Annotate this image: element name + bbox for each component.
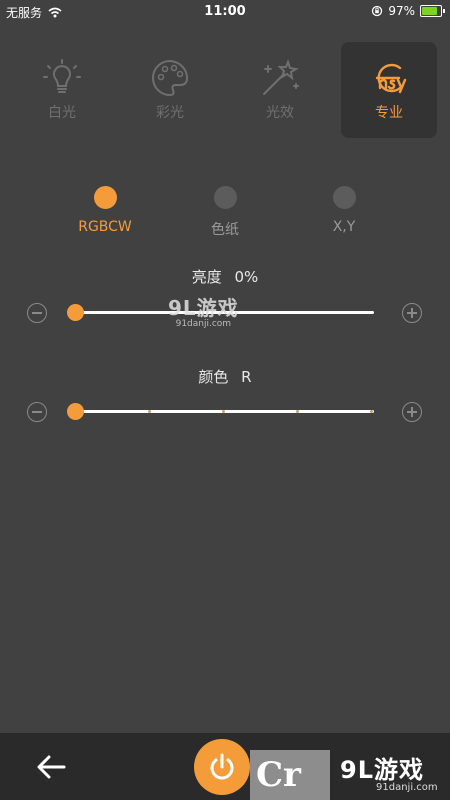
brightness-thumb[interactable] [67, 304, 84, 321]
mode-tabs: 白光 彩光 光效 专业 [0, 42, 450, 138]
watermark-sub: 91danji.com [175, 319, 232, 329]
palette-icon [148, 58, 192, 98]
brightness-increase-button[interactable] [402, 303, 422, 323]
watermark-logo: 9L游戏 91danji.com [336, 748, 442, 800]
pro-logo-icon [367, 58, 411, 98]
status-bar: 无服务 11:00 97% [0, 0, 450, 24]
tab-label: 光效 [266, 105, 294, 121]
radio-dot [93, 186, 117, 209]
magic-wand-icon [258, 58, 302, 98]
watermark-brand: Cr [250, 750, 330, 800]
bulb-icon [40, 58, 84, 98]
watermark-logo-main: 9L游戏 [340, 756, 424, 784]
power-button[interactable] [194, 739, 250, 795]
radio-dot [332, 186, 356, 209]
tab-light-effects[interactable]: 光效 [232, 42, 328, 138]
track-tick [148, 409, 151, 413]
radio-dot [213, 186, 237, 209]
color-label: 颜色 R [0, 366, 450, 387]
color-mode-label: RGBCW [78, 219, 132, 235]
rotation-lock-icon [372, 5, 383, 17]
tab-white-light[interactable]: 白光 [14, 42, 110, 138]
track-tick [296, 409, 299, 413]
status-right: 97% [371, 4, 445, 18]
color-increase-button[interactable] [402, 402, 422, 422]
watermark: 9L游戏 91danji.com [168, 292, 239, 329]
tab-label: 专业 [375, 105, 403, 121]
color-decrease-button[interactable] [27, 402, 47, 422]
color-mode-label: X,Y [332, 219, 356, 235]
battery-icon [420, 5, 445, 17]
color-mode-label: 色纸 [211, 222, 239, 238]
tab-label: 白光 [48, 105, 76, 121]
color-mode-xy[interactable]: X,Y [294, 186, 394, 235]
color-mode-rgbcw[interactable]: RGBCW [55, 186, 155, 235]
track-tick [370, 409, 373, 413]
watermark-main: 9L游戏 [168, 296, 239, 320]
color-thumb[interactable] [67, 403, 84, 420]
brightness-title: 亮度 [191, 268, 222, 286]
color-mode-selector: RGBCW 色纸 X,Y [0, 186, 450, 246]
color-title: 颜色 [198, 368, 229, 386]
color-mode-gel[interactable]: 色纸 [175, 186, 275, 239]
color-value: R [241, 368, 252, 386]
tab-professional[interactable]: 专业 [341, 42, 437, 138]
track-tick [222, 409, 225, 413]
tab-label: 彩光 [156, 105, 184, 121]
back-arrow-icon[interactable] [34, 749, 70, 785]
battery-percent: 97% [388, 4, 415, 18]
tab-color-light[interactable]: 彩光 [122, 42, 218, 138]
brightness-decrease-button[interactable] [27, 303, 47, 323]
brightness-value: 0% [234, 268, 259, 286]
brightness-label: 亮度 0% [0, 266, 450, 287]
color-slider [24, 400, 426, 426]
color-track[interactable] [74, 409, 374, 413]
watermark-brand-text: Cr [256, 755, 301, 795]
watermark-logo-sub: 91danji.com [376, 782, 438, 793]
power-icon [210, 753, 234, 780]
